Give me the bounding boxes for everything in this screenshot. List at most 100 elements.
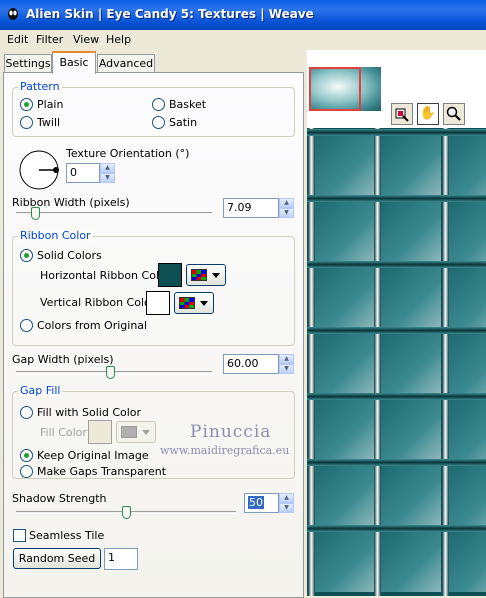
solid-colors-radio[interactable]	[20, 249, 33, 262]
pattern-satin-label: Satin	[169, 116, 198, 129]
keep-original-image-radio[interactable]	[20, 449, 33, 462]
pattern-plain-label: Plain	[37, 98, 64, 111]
menu-filter[interactable]: Filter	[36, 33, 63, 46]
orientation-dial[interactable]	[18, 149, 60, 191]
weave-tile	[449, 268, 486, 328]
fill-color-swatch	[88, 420, 112, 444]
gap-width-spinner[interactable]: ▲ ▼	[279, 354, 294, 374]
random-seed-button[interactable]: Random Seed	[13, 548, 101, 569]
preview-panel: ✋	[307, 50, 486, 596]
weave-tile	[449, 334, 486, 394]
colors-from-original-radio[interactable]	[20, 319, 33, 332]
horizontal-ribbon	[307, 327, 486, 334]
weave-pattern-image	[307, 128, 486, 596]
ribbon-width-label: Ribbon Width (pixels)	[12, 196, 130, 209]
vertical-palette-button[interactable]	[174, 292, 214, 314]
pattern-satin-radio[interactable]	[152, 116, 165, 129]
fill-palette-button	[116, 421, 156, 443]
pattern-group	[12, 87, 295, 137]
eye-dropper-tool-button[interactable]	[391, 103, 413, 125]
shadow-strength-slider-thumb[interactable]	[121, 506, 131, 519]
pattern-basket-radio[interactable]	[152, 98, 165, 111]
vertical-ribbon-color-label: Vertical Ribbon Color	[40, 296, 156, 309]
pattern-basket-label: Basket	[169, 98, 207, 111]
weave-tile	[315, 466, 375, 526]
pattern-plain-radio[interactable]	[20, 98, 33, 111]
window-title: Alien Skin | Eye Candy 5: Textures | Wea…	[26, 7, 314, 21]
alien-head-icon	[8, 8, 18, 20]
seamless-tile-checkbox[interactable]	[13, 529, 26, 542]
menu-help[interactable]: Help	[106, 33, 131, 46]
keep-original-image-label: Keep Original Image	[37, 449, 149, 462]
orientation-input[interactable]: 0	[66, 163, 100, 183]
horizontal-ribbon	[307, 195, 486, 202]
horizontal-ribbon-color-label: Horizontal Ribbon Color	[40, 269, 171, 282]
ribbon-width-spinner[interactable]: ▲ ▼	[279, 198, 294, 218]
watermark-name: Pinuccia	[190, 422, 272, 442]
shadow-strength-spinner[interactable]: ▲ ▼	[279, 493, 294, 513]
palette-icon	[191, 269, 207, 281]
dropdown-arrow-icon	[142, 430, 150, 435]
weave-tile	[449, 202, 486, 262]
dropdown-arrow-icon	[212, 273, 220, 278]
gap-fill-group-title: Gap Fill	[18, 384, 63, 397]
ribbon-width-slider-thumb[interactable]	[30, 207, 40, 220]
title-bar: Alien Skin | Eye Candy 5: Textures | Wea…	[0, 0, 486, 30]
menu-bar: Edit Filter View Help	[0, 30, 486, 50]
weave-tile	[449, 466, 486, 526]
weave-tile	[381, 532, 441, 592]
weave-tile	[449, 532, 486, 592]
gap-width-slider-thumb[interactable]	[105, 366, 115, 379]
gap-width-label: Gap Width (pixels)	[12, 353, 114, 366]
weave-tile	[449, 136, 486, 196]
horizontal-ribbon	[307, 525, 486, 532]
hand-icon: ✋	[419, 106, 437, 121]
tab-basic[interactable]: Basic	[52, 51, 96, 74]
weave-tile	[449, 400, 486, 460]
ribbon-width-input[interactable]: 7.09	[223, 198, 279, 218]
pattern-group-title: Pattern	[18, 80, 62, 93]
fill-color-label: Fill Color	[40, 426, 87, 439]
horizontal-ribbon	[307, 129, 486, 136]
tab-settings[interactable]: Settings	[4, 54, 52, 73]
weave-tile	[381, 466, 441, 526]
colors-from-original-label: Colors from Original	[37, 319, 148, 332]
horizontal-ribbon-color-swatch[interactable]	[158, 263, 182, 287]
menu-edit[interactable]: Edit	[7, 33, 28, 46]
pattern-twill-label: Twill	[37, 116, 61, 129]
random-seed-input[interactable]: 1	[104, 548, 138, 570]
dropdown-arrow-icon	[200, 301, 208, 306]
palette-icon	[179, 297, 195, 309]
basic-tab-content: Pattern Plain Basket Twill Satin Texture…	[3, 72, 304, 598]
shadow-strength-selected-text: 50	[248, 496, 264, 509]
make-gaps-transparent-label: Make Gaps Transparent	[37, 465, 167, 478]
fill-solid-color-radio[interactable]	[20, 406, 33, 419]
fill-solid-color-label: Fill with Solid Color	[37, 406, 142, 419]
pattern-twill-radio[interactable]	[20, 116, 33, 129]
hand-tool-button[interactable]: ✋	[417, 103, 439, 125]
navigator-thumbnail[interactable]	[308, 66, 382, 112]
vertical-ribbon-color-swatch[interactable]	[146, 291, 170, 315]
weave-tile	[381, 202, 441, 262]
gap-width-input[interactable]: 60.00	[223, 354, 279, 374]
make-gaps-transparent-radio[interactable]	[20, 465, 33, 478]
shadow-strength-input[interactable]: 50	[244, 493, 279, 513]
ribbon-color-group-title: Ribbon Color	[18, 229, 93, 242]
weave-tile	[381, 136, 441, 196]
horizontal-ribbon	[307, 393, 486, 400]
horizontal-palette-button[interactable]	[186, 264, 226, 286]
palette-icon	[121, 426, 137, 438]
weave-tile	[315, 268, 375, 328]
ribbon-width-slider-track[interactable]	[16, 212, 212, 215]
weave-tile	[315, 400, 375, 460]
navigator-viewport-box[interactable]	[309, 67, 361, 111]
eye-dropper-icon	[395, 108, 409, 122]
weave-tile	[381, 334, 441, 394]
tab-advanced[interactable]: Advanced	[97, 54, 155, 73]
zoom-tool-button[interactable]	[443, 103, 465, 125]
weave-preview-canvas[interactable]	[307, 128, 486, 596]
weave-tile	[381, 268, 441, 328]
menu-view[interactable]: View	[73, 33, 99, 46]
orientation-spinner[interactable]: ▲ ▼	[100, 163, 115, 183]
controls-panel: Settings Basic Advanced Pattern Plain Ba…	[0, 50, 307, 598]
